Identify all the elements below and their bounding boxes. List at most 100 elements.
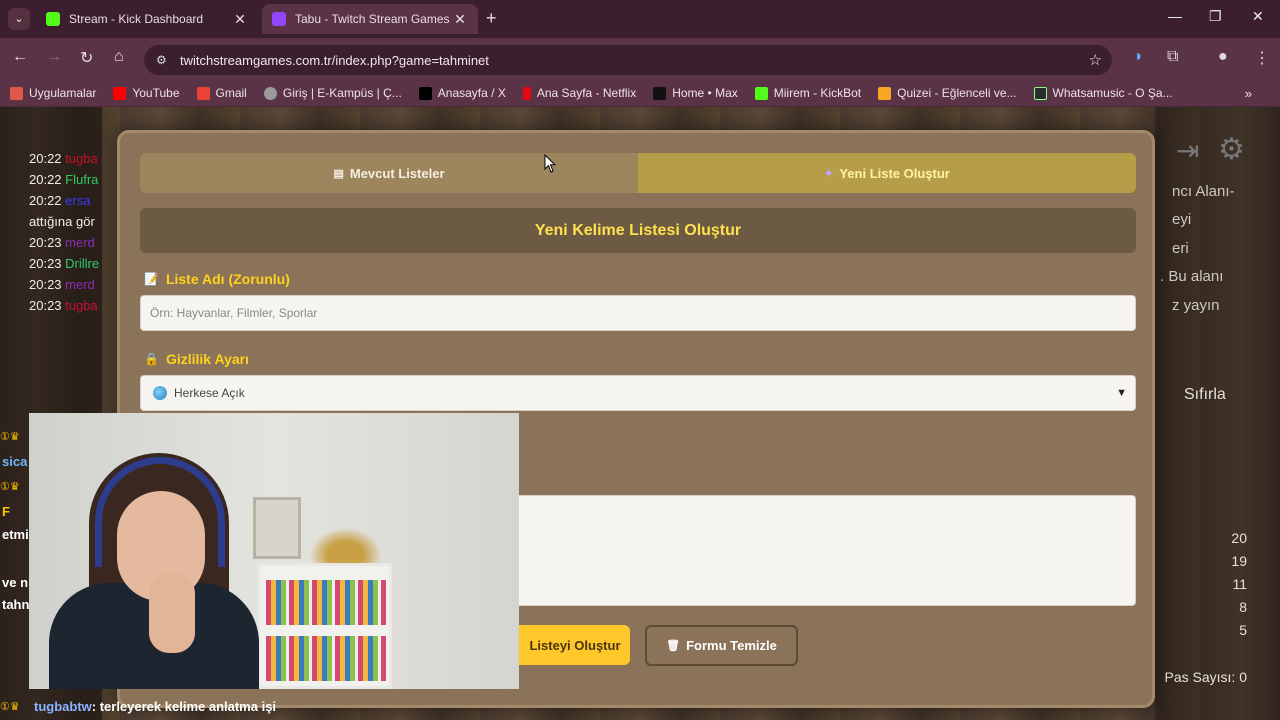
chat-snippet: sica — [2, 454, 28, 469]
tab-label: Mevcut Listeler — [349, 165, 445, 181]
bookmark-label: Ana Sayfa - Netflix — [536, 86, 637, 100]
reset-button[interactable]: Sıfırla — [1184, 386, 1226, 404]
bookshelf — [257, 563, 392, 689]
quizei-icon — [878, 86, 892, 100]
decor-plants — [303, 523, 388, 563]
chat-username: Flufra — [65, 172, 99, 187]
bookmarks-overflow-icon[interactable]: » — [1245, 86, 1252, 101]
close-icon[interactable]: ✕ — [232, 11, 248, 28]
chat-snippet: tahn — [2, 597, 30, 612]
bookmark-youtube[interactable]: YouTube — [113, 86, 180, 100]
extension-icon[interactable]: ◗ — [1134, 48, 1144, 66]
site-info-icon[interactable]: ⚙ — [156, 53, 170, 67]
chat-badge-icon: ①♛ — [0, 481, 20, 493]
rules-text: z yayın — [1172, 297, 1220, 314]
bookmark-label: Giriş | E-Kampüs | Ç... — [282, 86, 402, 100]
chat-snippet: etmi — [2, 527, 29, 542]
whatsamusic-icon — [1033, 86, 1047, 100]
chat-line: 20:22 tugba — [29, 151, 98, 166]
label-text: Gizlilik Ayarı — [165, 351, 249, 367]
home-icon[interactable]: ⌂ — [114, 48, 124, 66]
selected-value: Herkese Açık — [174, 386, 245, 400]
minimize-icon[interactable]: — — [1168, 8, 1182, 24]
tab-label: Yeni Liste Oluştur — [839, 165, 950, 181]
new-tab-button[interactable]: + — [486, 8, 497, 28]
rules-text: eri — [1172, 240, 1189, 257]
document-icon: ▤ — [333, 167, 344, 180]
tab-tabu-game[interactable]: Tabu - Twitch Stream Games ✕ — [262, 4, 478, 34]
x-logo-icon — [418, 86, 432, 100]
sparkle-icon: ✦ — [824, 167, 834, 180]
book-row — [266, 636, 386, 681]
lock-icon: 🔒 — [144, 352, 159, 366]
trash-icon: 🗑 — [666, 640, 681, 652]
bookmark-star-icon[interactable]: ☆ — [1089, 51, 1102, 69]
bookmark-quizei[interactable]: Quizei - Eğlenceli ve... — [878, 86, 1017, 100]
chat-snippet: ve n — [2, 575, 29, 590]
chat-username: merd — [65, 277, 95, 292]
twitch-favicon-icon — [272, 12, 286, 26]
address-bar[interactable]: ⚙ twitchstreamgames.com.tr/index.php?gam… — [144, 45, 1112, 75]
bookmark-ekampus[interactable]: Giriş | E-Kampüs | Ç... — [263, 86, 402, 100]
tab-search-button[interactable]: ⌄ — [8, 8, 30, 30]
score-value: 5 — [1239, 622, 1247, 638]
score-value: 11 — [1232, 576, 1247, 592]
profile-avatar-icon[interactable]: ● — [1218, 48, 1228, 66]
apps-grid-icon — [10, 86, 23, 100]
chat-line: 20:23 merd — [29, 235, 95, 250]
forward-icon[interactable]: → — [46, 48, 62, 66]
chat-username: tugba — [65, 298, 98, 313]
bookmark-label: YouTube — [132, 86, 180, 100]
menu-icon[interactable]: ⋮ — [1254, 48, 1270, 68]
modal-tabs: ▤ Mevcut Listeler ✦ Yeni Liste Oluştur — [140, 153, 1136, 193]
bookmark-netflix[interactable]: Ana Sayfa - Netflix — [522, 86, 637, 100]
section-heading: Yeni Kelime Listesi Oluştur — [140, 208, 1136, 253]
chevron-down-icon: ▼ — [1116, 387, 1127, 399]
tab-title: Stream - Kick Dashboard — [69, 12, 204, 26]
chat-snippet: F — [2, 504, 10, 519]
score-value: 19 — [1231, 553, 1247, 569]
button-label: Formu Temizle — [686, 638, 777, 653]
tab-title: Tabu - Twitch Stream Games — [295, 12, 450, 26]
gmail-icon — [196, 86, 210, 100]
browser-tab-bar: ⌄ Stream - Kick Dashboard ✕ Tabu - Twitc… — [0, 0, 1280, 38]
tab-existing-lists[interactable]: ▤ Mevcut Listeler — [140, 153, 638, 193]
restore-icon[interactable]: ❐ — [1209, 8, 1222, 25]
bookmark-apps[interactable]: Uygulamalar — [10, 86, 96, 100]
close-icon[interactable]: ✕ — [452, 11, 468, 28]
photo-frame — [253, 497, 301, 559]
reload-icon[interactable]: ↻ — [80, 48, 93, 68]
globe-icon — [153, 386, 167, 400]
pass-count: Pas Sayısı: 0 — [1164, 669, 1247, 685]
chat-time: 20:23 — [29, 256, 62, 271]
bookmark-kickbot[interactable]: Miirem - KickBot — [754, 86, 862, 100]
streamer-hand — [149, 573, 195, 653]
rules-text: eyi — [1172, 211, 1192, 228]
bookmark-label: Anasayfa / X — [437, 86, 506, 100]
bookmark-label: Miirem - KickBot — [773, 86, 862, 100]
back-icon[interactable]: ← — [12, 48, 28, 66]
chat-line: 20:22 Flufra — [29, 172, 98, 187]
tab-kick-dashboard[interactable]: Stream - Kick Dashboard ✕ — [36, 4, 258, 34]
bookmark-x[interactable]: Anasayfa / X — [418, 86, 506, 100]
extensions-puzzle-icon[interactable]: ⧉ — [1167, 48, 1178, 66]
privacy-select[interactable]: Herkese Açık ▼ — [140, 375, 1136, 411]
chat-message: tugbabtw : terleyerek kelime anlatma işi — [0, 696, 1280, 716]
chat-line: 20:23 tugba — [29, 298, 98, 313]
chat-username: tugbabtw — [34, 698, 92, 714]
window-close-icon[interactable]: ✕ — [1252, 8, 1264, 25]
settings-gear-icon[interactable]: ⚙ — [1218, 132, 1245, 167]
bookmark-gmail[interactable]: Gmail — [196, 86, 247, 100]
list-name-input[interactable] — [140, 295, 1136, 331]
bookmark-max[interactable]: Home • Max — [653, 86, 738, 100]
book-row — [266, 580, 386, 625]
clear-form-button[interactable]: 🗑 Formu Temizle — [645, 625, 798, 666]
exit-icon[interactable]: ⇥ — [1176, 134, 1199, 167]
chat-text: : terleyerek kelime anlatma işi — [91, 698, 277, 714]
kickbot-icon — [754, 86, 768, 100]
bookmark-label: Whatsamusic - O Şa... — [1052, 86, 1173, 100]
bookmark-whatsamusic[interactable]: Whatsamusic - O Şa... — [1033, 86, 1173, 100]
youtube-icon — [113, 86, 127, 100]
tab-new-list[interactable]: ✦ Yeni Liste Oluştur — [638, 153, 1136, 193]
chat-badge-icon: ①♛ — [0, 431, 20, 443]
